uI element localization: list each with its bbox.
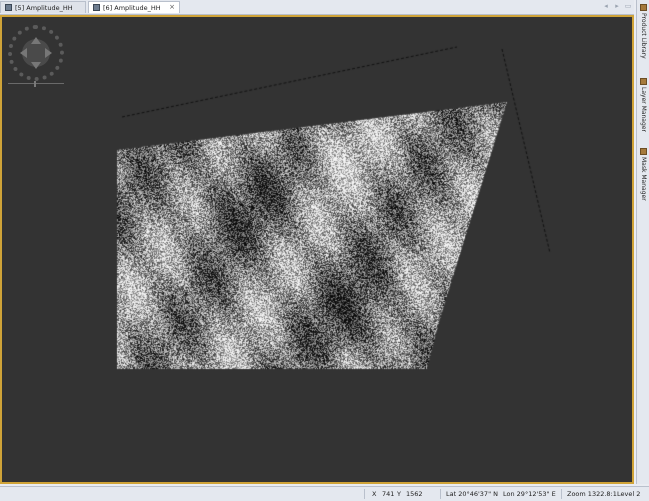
navigation-control[interactable] bbox=[8, 25, 64, 81]
close-icon[interactable]: × bbox=[169, 4, 175, 11]
chevron-right-icon[interactable]: ▸ bbox=[613, 1, 621, 11]
status-longitude: Lon 29°12'53" E bbox=[503, 490, 556, 498]
image-view-icon bbox=[5, 4, 12, 11]
chevron-left-icon[interactable]: ◂ bbox=[602, 1, 610, 11]
side-tab-label: Product Library bbox=[640, 13, 647, 59]
status-latitude: Lat 20°46'37" N bbox=[446, 490, 498, 498]
pan-right-icon[interactable] bbox=[45, 48, 52, 58]
product-library-icon bbox=[640, 4, 647, 11]
side-tab-layer-manager[interactable]: Layer Manager bbox=[638, 78, 649, 132]
editor-tab-bar: [5] Amplitude_HH [6] Amplitude_HH × ◂ ▸ … bbox=[0, 0, 634, 15]
status-y-label: Y bbox=[397, 490, 401, 498]
zoom-slider[interactable] bbox=[8, 81, 64, 87]
side-tab-product-library[interactable]: Product Library bbox=[638, 4, 649, 59]
zoom-slider-thumb[interactable] bbox=[34, 81, 36, 87]
tab-label: [6] Amplitude_HH bbox=[103, 3, 161, 12]
mask-manager-icon bbox=[640, 148, 647, 155]
right-tool-panel: Product Library Layer Manager Mask Manag… bbox=[636, 0, 649, 484]
status-x-label: X bbox=[372, 490, 377, 498]
status-divider bbox=[364, 489, 365, 499]
status-zoom: Zoom 1322.8:1 bbox=[567, 490, 617, 498]
status-divider bbox=[440, 489, 441, 499]
status-bar: X 741 Y 1562 Lat 20°46'37" N Lon 29°12'5… bbox=[0, 486, 649, 501]
tab-amplitude-hh-5[interactable]: [5] Amplitude_HH bbox=[0, 1, 86, 13]
tab-navigation: ◂ ▸ ▭ bbox=[602, 1, 632, 11]
status-x-value: 741 bbox=[382, 490, 395, 498]
sar-image[interactable] bbox=[2, 17, 632, 482]
status-divider bbox=[561, 489, 562, 499]
layer-manager-icon bbox=[640, 78, 647, 85]
tab-label: [5] Amplitude_HH bbox=[15, 3, 73, 12]
side-tab-mask-manager[interactable]: Mask Manager bbox=[638, 148, 649, 201]
status-level: Level 2 bbox=[617, 490, 641, 498]
pan-up-icon[interactable] bbox=[31, 37, 41, 44]
tab-amplitude-hh-6[interactable]: [6] Amplitude_HH × bbox=[88, 1, 180, 13]
side-tab-label: Mask Manager bbox=[640, 157, 647, 201]
image-view-icon bbox=[93, 4, 100, 11]
status-y-value: 1562 bbox=[406, 490, 423, 498]
pan-left-icon[interactable] bbox=[20, 48, 27, 58]
pan-down-icon[interactable] bbox=[31, 62, 41, 69]
side-tab-label: Layer Manager bbox=[640, 87, 647, 132]
minimize-icon[interactable]: ▭ bbox=[624, 1, 632, 11]
zoom-slider-track bbox=[8, 83, 64, 84]
image-viewport[interactable] bbox=[0, 15, 634, 484]
